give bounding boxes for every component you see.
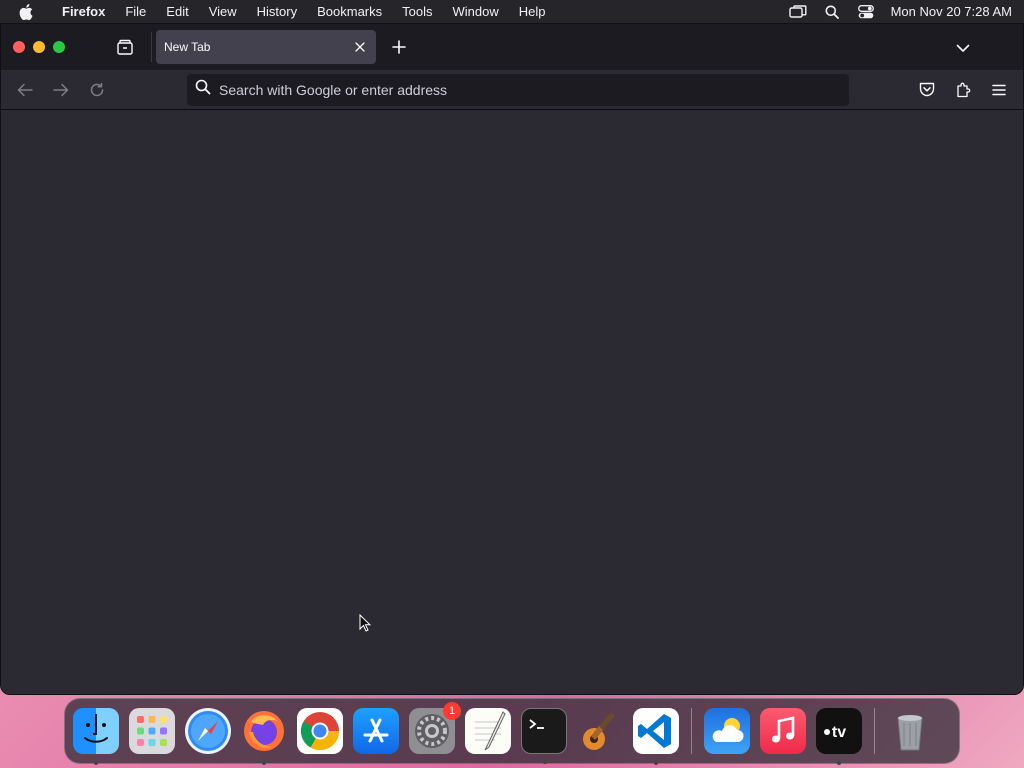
svg-text:tv: tv xyxy=(832,724,846,741)
app-store-icon[interactable] xyxy=(353,708,399,754)
tab-new-tab[interactable]: New Tab xyxy=(156,30,376,64)
menu-file[interactable]: File xyxy=(115,0,156,23)
running-indicator xyxy=(262,761,266,765)
navigation-toolbar xyxy=(1,70,1023,110)
close-window-button[interactable] xyxy=(13,41,25,53)
new-tab-page-content[interactable] xyxy=(1,110,1023,694)
apple-menu-icon[interactable] xyxy=(0,3,52,20)
close-tab-icon[interactable] xyxy=(352,39,368,55)
dock-divider xyxy=(691,708,692,754)
running-indicator xyxy=(654,761,658,765)
spotlight-search-icon[interactable] xyxy=(815,5,849,19)
menu-edit[interactable]: Edit xyxy=(156,0,198,23)
forward-arrow-icon[interactable] xyxy=(43,74,79,106)
textedit-icon[interactable] xyxy=(465,708,511,754)
list-all-tabs-chevron-down-icon[interactable] xyxy=(951,36,975,60)
reload-icon[interactable] xyxy=(79,74,115,106)
extensions-puzzle-icon[interactable] xyxy=(945,74,981,106)
menu-tools[interactable]: Tools xyxy=(392,0,442,23)
firefox-icon[interactable] xyxy=(241,708,287,765)
menu-help[interactable]: Help xyxy=(509,0,556,23)
launchpad-icon[interactable] xyxy=(129,708,175,754)
weather-icon[interactable] xyxy=(704,708,750,754)
minimize-window-button[interactable] xyxy=(33,41,45,53)
pocket-icon[interactable] xyxy=(909,74,945,106)
dock: 1 tv xyxy=(64,698,960,765)
finder-icon[interactable] xyxy=(73,708,119,765)
notification-badge: 1 xyxy=(443,702,461,720)
address-bar[interactable] xyxy=(187,73,849,106)
garageband-icon[interactable] xyxy=(577,708,623,754)
url-input[interactable] xyxy=(211,81,849,98)
terminal-icon[interactable] xyxy=(521,708,567,764)
menu-view[interactable]: View xyxy=(199,0,247,23)
running-indicator xyxy=(94,761,98,765)
search-icon xyxy=(195,79,211,100)
zoom-window-button[interactable] xyxy=(53,41,65,53)
menu-app-firefox[interactable]: Firefox xyxy=(52,0,115,23)
chrome-icon[interactable] xyxy=(297,708,343,754)
hamburger-menu-icon[interactable] xyxy=(981,74,1017,106)
screen-mirroring-icon[interactable] xyxy=(781,4,815,19)
safari-icon[interactable] xyxy=(185,708,231,754)
firefox-view-icon[interactable] xyxy=(99,39,151,55)
tab-strip: New Tab xyxy=(1,24,1023,70)
mouse-pointer-icon xyxy=(359,613,372,637)
running-indicator xyxy=(837,761,841,765)
trash-icon[interactable] xyxy=(887,708,933,754)
music-icon[interactable] xyxy=(760,708,806,754)
tv-icon[interactable]: tv xyxy=(816,708,862,765)
running-indicator xyxy=(543,760,547,764)
menu-history[interactable]: History xyxy=(247,0,307,23)
control-center-icon[interactable] xyxy=(849,4,883,19)
window-controls xyxy=(1,41,97,53)
tab-separator xyxy=(151,32,152,62)
system-settings-icon[interactable]: 1 xyxy=(409,702,461,754)
plus-icon xyxy=(392,40,406,54)
macos-menu-bar: Firefox File Edit View History Bookmarks… xyxy=(0,0,1024,23)
tab-title: New Tab xyxy=(164,40,211,54)
new-tab-button[interactable] xyxy=(378,40,420,54)
vscode-icon[interactable] xyxy=(633,708,679,765)
menu-bookmarks[interactable]: Bookmarks xyxy=(307,0,392,23)
menu-bar-clock[interactable]: Mon Nov 20 7:28 AM xyxy=(883,4,1012,19)
back-arrow-icon[interactable] xyxy=(7,74,43,106)
firefox-window: New Tab xyxy=(0,23,1024,695)
dock-divider xyxy=(874,708,875,754)
menu-window[interactable]: Window xyxy=(443,0,509,23)
